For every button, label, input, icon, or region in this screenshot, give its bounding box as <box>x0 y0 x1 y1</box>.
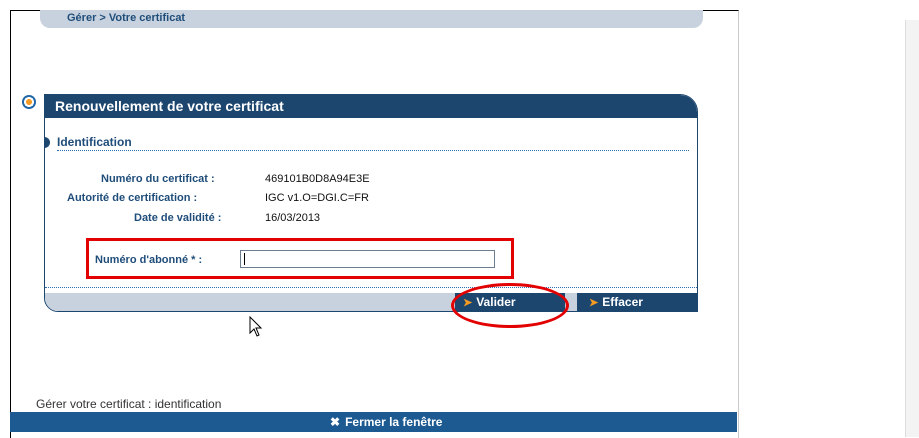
validate-highlight-circle <box>451 283 569 328</box>
subscriber-number-input[interactable] <box>240 250 495 268</box>
text-caret <box>244 253 245 265</box>
close-window-label: ✖ Fermer la fenêtre <box>330 415 442 429</box>
footer-divider <box>45 287 697 288</box>
status-text: Gérer votre certificat : identification <box>36 397 222 411</box>
certification-authority-label: Autorité de certification : <box>67 192 198 204</box>
clear-button[interactable]: ➤ Effacer <box>577 293 697 311</box>
certification-authority-value: IGC v1.O=DGI.C=FR <box>265 192 369 204</box>
close-window-text: Fermer la fenêtre <box>345 415 443 429</box>
close-icon: ✖ <box>330 415 341 429</box>
breadcrumb-text: Gérer > Votre certificat <box>67 12 186 24</box>
chevron-right-icon: ➤ <box>589 297 599 309</box>
panel-header: Renouvellement de votre certificat <box>45 95 697 118</box>
certificate-number-label: Numéro du certificat : <box>101 173 215 185</box>
certificate-number-value: 469101B0D8A94E3E <box>265 173 370 185</box>
clear-button-label: Effacer <box>602 295 643 309</box>
info-bullet-icon <box>22 95 36 109</box>
section-divider <box>57 150 689 151</box>
section-title: Identification <box>57 135 132 149</box>
section-bullet-icon <box>45 137 50 148</box>
breadcrumb: Gérer > Votre certificat <box>40 10 703 28</box>
validity-date-value: 16/03/2013 <box>265 212 321 224</box>
validity-date-label: Date de validité : <box>134 212 222 224</box>
panel-title: Renouvellement de votre certificat <box>55 98 284 114</box>
mouse-pointer-icon <box>249 316 263 337</box>
window-scrollbar[interactable] <box>905 20 919 437</box>
close-window-button[interactable]: ✖ Fermer la fenêtre <box>10 412 737 432</box>
renewal-panel: Renouvellement de votre certificat Ident… <box>44 94 698 312</box>
subscriber-number-label: Numéro d'abonné * : <box>95 254 203 266</box>
